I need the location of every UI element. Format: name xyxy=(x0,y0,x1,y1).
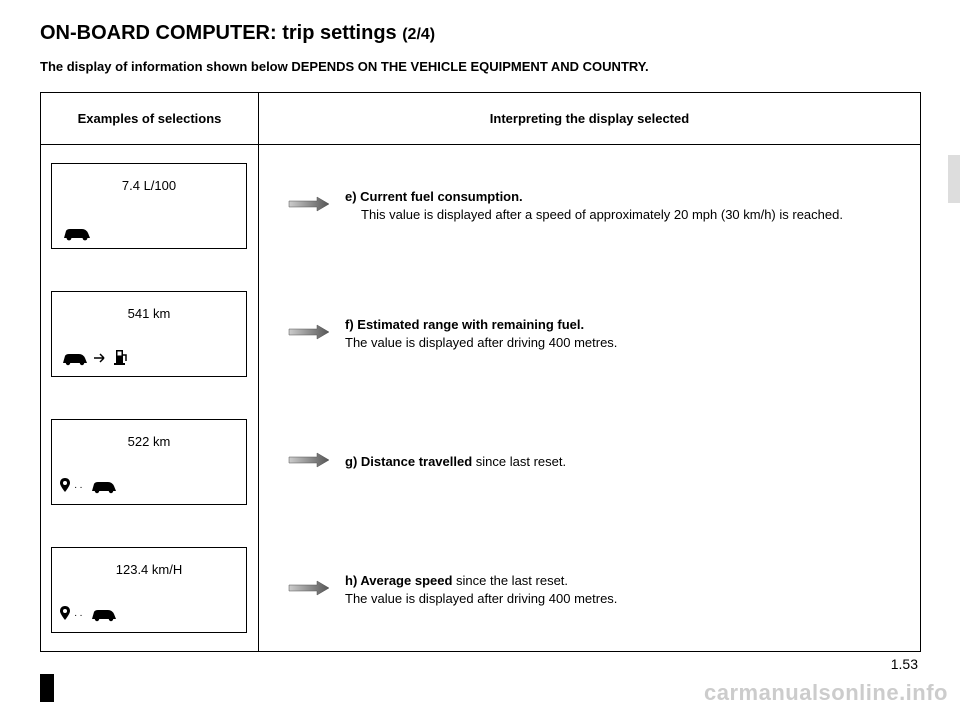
header-examples: Examples of selections xyxy=(41,93,259,145)
display-value-f: 541 km xyxy=(60,306,238,321)
equipment-notice: The display of information shown below D… xyxy=(40,59,920,74)
dots-icon: ·· xyxy=(74,482,85,493)
title-sub: (2/4) xyxy=(402,26,435,43)
arrow-indicator-icon xyxy=(287,451,331,474)
desc-h: h) Average speed since the last reset.Th… xyxy=(345,572,906,607)
section-tab xyxy=(948,155,960,203)
footer-marker xyxy=(40,674,54,702)
page-title: ON-BOARD COMPUTER: trip settings (2/4) xyxy=(40,22,920,45)
arrow-indicator-icon xyxy=(287,579,331,602)
arrow-indicator-icon xyxy=(287,323,331,346)
desc-e: e) Current fuel consumption. This value … xyxy=(345,188,906,223)
fuel-pump-icon xyxy=(114,348,128,371)
page-number: 1.53 xyxy=(891,656,918,672)
settings-table: Examples of selections Interpreting the … xyxy=(40,92,921,652)
watermark: carmanualsonline.info xyxy=(704,680,948,706)
car-icon xyxy=(60,226,94,242)
display-box-g: 522 km ·· xyxy=(51,419,247,505)
car-icon xyxy=(89,608,119,622)
display-value-e: 7.4 L/100 xyxy=(60,178,238,193)
car-icon xyxy=(89,480,119,494)
car-icon xyxy=(60,352,90,366)
desc-f: f) Estimated range with remaining fuel. … xyxy=(345,316,906,351)
display-box-e: 7.4 L/100 xyxy=(51,163,247,249)
display-box-h: 123.4 km/H ·· xyxy=(51,547,247,633)
header-interpreting: Interpreting the display selected xyxy=(259,93,921,145)
dots-icon: ·· xyxy=(74,610,85,621)
arrow-right-icon xyxy=(94,350,110,368)
display-box-f: 541 km xyxy=(51,291,247,377)
display-value-h: 123.4 km/H xyxy=(60,562,238,577)
pin-icon xyxy=(60,606,70,625)
title-main: ON-BOARD COMPUTER: trip settings xyxy=(40,22,402,44)
pin-icon xyxy=(60,478,70,497)
arrow-indicator-icon xyxy=(287,195,331,218)
display-value-g: 522 km xyxy=(60,434,238,449)
desc-g: g) Distance travelled since last reset. xyxy=(345,453,906,471)
